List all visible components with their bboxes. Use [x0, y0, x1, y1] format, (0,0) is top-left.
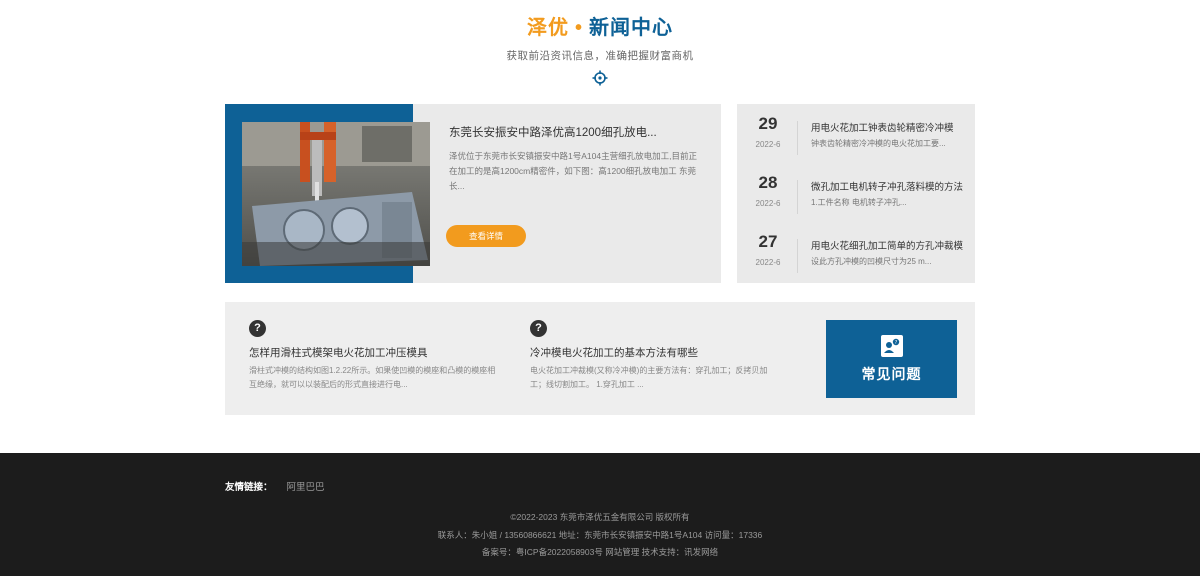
news-summary: 钟表齿轮精密冷冲模的电火花加工要... [811, 139, 946, 148]
news-list-item[interactable]: 27 2022-6 用电火花细孔加工简单的方孔冲裁模 设此方孔冲模的凹模尺寸为2… [737, 232, 975, 282]
crosshair-target-icon [592, 70, 608, 91]
svg-text:?: ? [894, 340, 897, 346]
page-title: 泽优 • 新闻中心 [0, 14, 1200, 42]
news-year-month: 2022-6 [755, 258, 781, 267]
view-details-button[interactable]: 查看详情 [446, 225, 526, 247]
featured-news-title[interactable]: 东莞长安振安中路泽优高1200细孔放电... [449, 124, 699, 140]
news-title[interactable]: 微孔加工电机转子冲孔落料模的方法 [811, 179, 963, 193]
faq-item[interactable]: ? 怎样用滑柱式模架电火花加工冲压模具 滑柱式冲模的结构如图1.2.22所示。如… [249, 320, 499, 392]
news-day: 28 [758, 173, 778, 192]
faq-panel: ? 怎样用滑柱式模架电火花加工冲压模具 滑柱式冲模的结构如图1.2.22所示。如… [225, 302, 975, 415]
featured-news-description: 泽优位于东莞市长安镇振安中路1号A104主营细孔放电加工,目前正在加工的是高12… [449, 151, 697, 191]
footer-icp: 备案号：粤ICP备2022058903号 网站管理 技术支持：讯发网络 [481, 547, 719, 557]
news-list-item[interactable]: 28 2022-6 微孔加工电机转子冲孔落料模的方法 1.工件名称 电机转子冲孔… [737, 173, 975, 223]
featured-news-card[interactable]: 东莞长安振安中路泽优高1200细孔放电... 泽优位于东莞市长安镇振安中路1号A… [225, 104, 721, 283]
friend-link-alibaba[interactable]: 阿里巴巴 [287, 482, 325, 493]
news-year-month: 2022-6 [755, 199, 781, 208]
brand-name: 泽优 [526, 17, 569, 39]
news-summary: 1.工件名称 电机转子冲孔... [811, 198, 907, 207]
news-day: 29 [758, 114, 778, 133]
faq-item[interactable]: ? 冷冲模电火花加工的基本方法有哪些 电火花加工冲裁模(又称冷冲模)的主要方法有… [530, 320, 780, 392]
news-year-month: 2022-6 [755, 140, 781, 149]
news-list: 29 2022-6 用电火花加工钟表齿轮精密冷冲模 钟表齿轮精密冷冲模的电火花加… [737, 104, 975, 283]
friend-links-label: 友情链接： [225, 482, 273, 493]
news-divider [797, 180, 798, 214]
question-circle-icon: ? [249, 320, 266, 337]
page-subtitle: 获取前沿资讯信息，准确把握财富商机 [506, 50, 694, 62]
section-title: 新闻中心 [589, 17, 673, 39]
news-divider [797, 239, 798, 273]
news-title[interactable]: 用电火花细孔加工简单的方孔冲裁模 [811, 238, 963, 252]
friend-links: 友情链接： 阿里巴巴 [225, 479, 325, 493]
news-center-header: 泽优 • 新闻中心 获取前沿资讯信息，准确把握财富商机 [0, 14, 1200, 91]
news-list-item[interactable]: 29 2022-6 用电火花加工钟表齿轮精密冷冲模 钟表齿轮精密冷冲模的电火花加… [737, 114, 975, 164]
title-separator: • [574, 17, 583, 39]
faq-card-label: 常见问题 [861, 366, 922, 382]
news-divider [797, 121, 798, 155]
footer-copyright: ©2022-2023 东莞市泽优五金有限公司 版权所有 [510, 512, 690, 522]
faq-question-title[interactable]: 冷冲模电火花加工的基本方法有哪些 [530, 345, 780, 360]
faq-question-title[interactable]: 怎样用滑柱式模架电火花加工冲压模具 [249, 345, 499, 360]
people-question-icon: ? [880, 335, 903, 357]
news-day: 27 [758, 232, 778, 251]
question-circle-icon: ? [530, 320, 547, 337]
faq-card-button[interactable]: ? 常见问题 [826, 320, 957, 398]
footer-contact: 联系人：朱小姐 / 13560866621 地址：东莞市长安镇振安中路1号A10… [437, 530, 763, 540]
featured-news-image[interactable] [242, 122, 430, 266]
news-title[interactable]: 用电火花加工钟表齿轮精密冷冲模 [811, 120, 963, 134]
news-summary: 设此方孔冲模的凹模尺寸为25 m... [811, 257, 932, 266]
faq-question-summary: 电火花加工冲裁模(又称冷冲模)的主要方法有：穿孔加工；反拷贝加工；线切割加工。 … [530, 366, 768, 389]
site-footer: 友情链接： 阿里巴巴 ©2022-2023 东莞市泽优五金有限公司 版权所有 联系… [0, 453, 1200, 576]
faq-question-summary: 滑柱式冲模的结构如图1.2.22所示。如果使凹模的模座和凸模的模座相互绝缘，就可… [249, 366, 496, 389]
